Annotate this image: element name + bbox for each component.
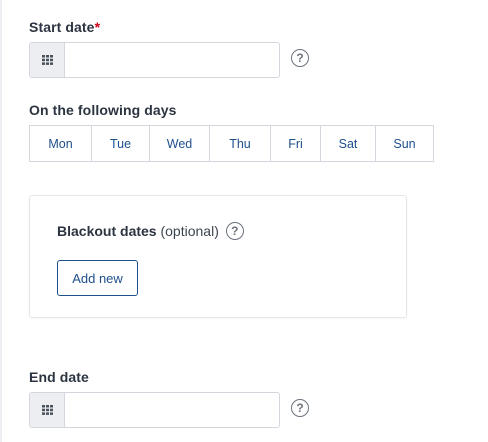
end-date-help-icon[interactable]: ? [291,399,309,417]
day-button-fri[interactable]: Fri [271,126,321,161]
day-button-sun[interactable]: Sun [376,126,433,161]
start-date-input[interactable] [65,43,279,77]
blackout-dates-title: Blackout dates [57,223,157,239]
start-date-control [29,42,280,78]
end-date-input[interactable] [65,393,279,427]
schedule-form: Start date* ? On the following days Mon … [0,0,488,442]
blackout-help-icon[interactable]: ? [225,222,244,241]
calendar-grid-icon [41,405,53,415]
left-divider [0,0,2,442]
start-date-label-text: Start date [29,19,95,35]
end-date-label: End date [29,369,89,385]
day-button-thu[interactable]: Thu [210,126,271,161]
start-date-help-icon[interactable]: ? [291,49,309,67]
calendar-grid-icon [41,55,53,65]
start-date-calendar-button[interactable] [30,43,65,77]
start-date-label: Start date* [29,19,100,35]
end-date-calendar-button[interactable] [30,393,65,427]
day-button-tue[interactable]: Tue [92,126,150,161]
day-button-sat[interactable]: Sat [321,126,376,161]
end-date-control [29,392,280,428]
days-label: On the following days [29,102,177,118]
required-marker: * [94,19,101,35]
day-button-wed[interactable]: Wed [150,126,210,161]
blackout-dates-card: Blackout dates (optional) ? Add new [29,195,407,318]
add-new-button[interactable]: Add new [57,260,138,296]
blackout-dates-heading: Blackout dates (optional) ? [57,222,244,241]
days-selector: Mon Tue Wed Thu Fri Sat Sun [29,125,434,162]
blackout-dates-optional: (optional) [160,223,219,239]
day-button-mon[interactable]: Mon [30,126,92,161]
